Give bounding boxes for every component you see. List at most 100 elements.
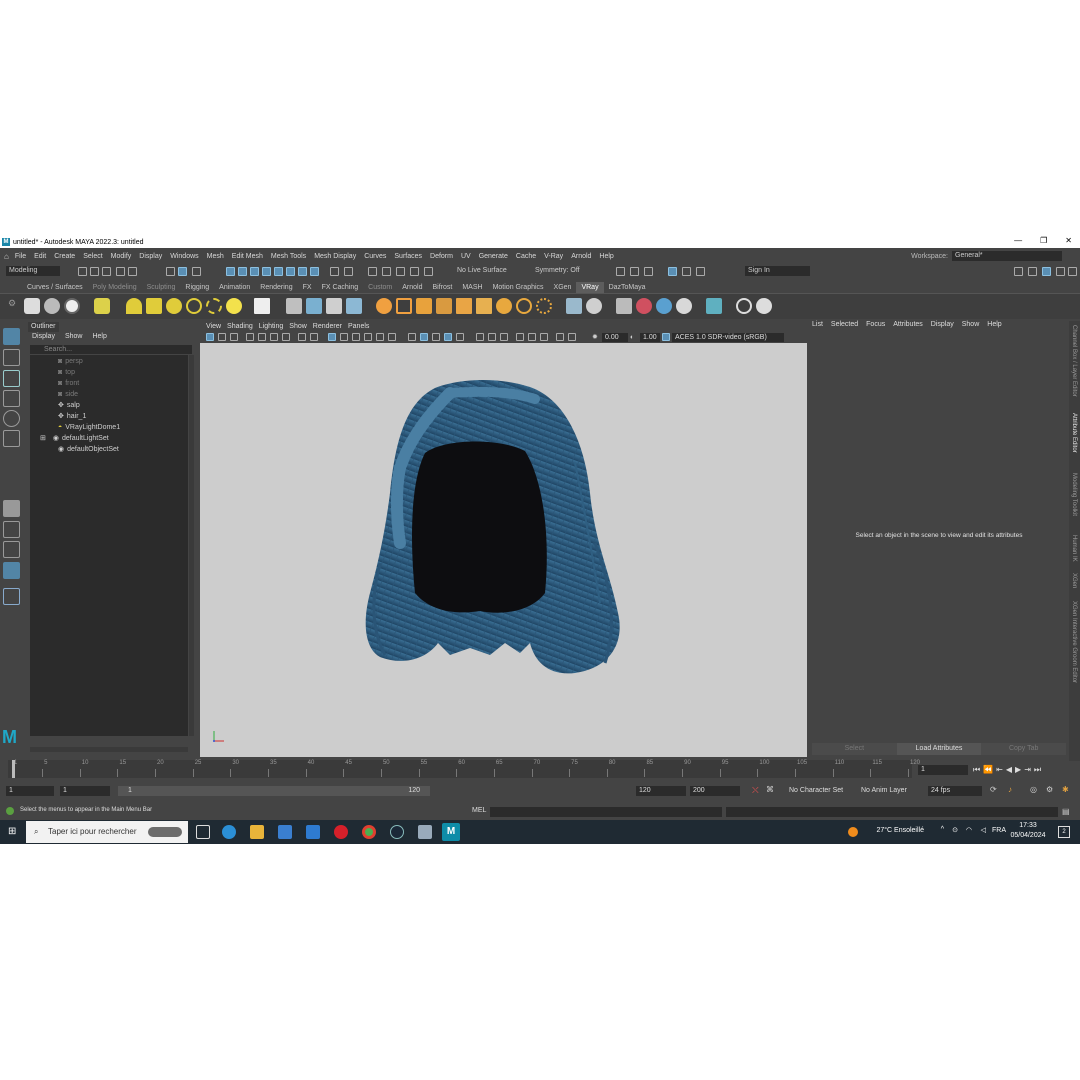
character-set-dropdown[interactable]: No Character Set — [786, 786, 848, 796]
vray-ipr-icon[interactable] — [44, 298, 60, 314]
xray-active-icon[interactable] — [500, 333, 508, 341]
anim-start-field[interactable]: 1 — [60, 786, 110, 796]
layout-icon-4[interactable] — [1056, 267, 1065, 276]
volume-icon[interactable]: ◁ — [981, 826, 986, 834]
tray-chevron-icon[interactable]: ^ — [941, 826, 944, 833]
task-view-icon[interactable] — [196, 825, 210, 839]
ao-icon[interactable] — [420, 333, 428, 341]
side-tab-modeling-toolkit[interactable]: Modeling Toolkit — [1071, 473, 1077, 516]
gate-mask-icon[interactable] — [298, 333, 306, 341]
command-language-button[interactable]: MEL — [472, 807, 486, 814]
mail-icon[interactable] — [306, 825, 320, 839]
gamma-field[interactable]: 1.00 — [640, 333, 660, 342]
shelf-tab-xgen[interactable]: XGen — [549, 282, 577, 293]
motion-blur-icon[interactable] — [432, 333, 440, 341]
vray-mesh-light-icon[interactable] — [186, 298, 202, 314]
lasso-tool-icon[interactable] — [3, 349, 20, 366]
menuset-dropdown[interactable]: Modeling — [6, 266, 60, 276]
outliner-menu-help[interactable]: Help — [92, 333, 106, 340]
ae-menu-list[interactable]: List — [812, 321, 823, 331]
field-chart-icon[interactable] — [310, 333, 318, 341]
render-icon[interactable] — [368, 267, 377, 276]
current-frame-field[interactable]: 1 — [918, 765, 968, 775]
play-backward-icon[interactable]: ◀ — [1006, 765, 1015, 774]
toggle-panel-icon-3[interactable] — [644, 267, 653, 276]
viewport-menu-show[interactable]: Show — [289, 323, 307, 330]
vray-texture-icon[interactable] — [616, 298, 632, 314]
move-tool-icon[interactable] — [3, 390, 20, 407]
shelf-tab-arnold[interactable]: Arnold — [397, 282, 427, 293]
script-editor-icon[interactable]: ▤ — [1062, 807, 1070, 816]
command-line-input[interactable] — [490, 807, 722, 817]
menu-windows[interactable]: Windows — [170, 253, 198, 260]
snap-point-icon[interactable] — [250, 267, 259, 276]
shelf-tab-poly-modeling[interactable]: Poly Modeling — [88, 282, 142, 293]
vray-palette-icon[interactable] — [676, 298, 692, 314]
layout-icon-3[interactable] — [1042, 267, 1051, 276]
vray-ies-light-icon[interactable] — [206, 298, 222, 314]
range-slider[interactable]: 1 120 — [118, 786, 430, 796]
ae-select-button[interactable]: Select — [812, 743, 897, 755]
vray-mtl-icon[interactable] — [376, 298, 392, 314]
default-material-icon[interactable] — [352, 333, 360, 341]
shelf-tab-rigging[interactable]: Rigging — [180, 282, 214, 293]
weather-text[interactable]: 27°C Ensoleillé — [876, 827, 924, 834]
search-tool-icon[interactable] — [3, 588, 20, 605]
fps-dropdown[interactable]: 24 fps — [928, 786, 982, 796]
antialias-icon[interactable] — [444, 333, 452, 341]
outliner-menu-display[interactable]: Display — [32, 333, 55, 340]
menu-deform[interactable]: Deform — [430, 253, 453, 260]
outliner-layout-icon[interactable] — [3, 562, 20, 579]
vray-sphere-light-icon[interactable] — [166, 298, 182, 314]
outliner-item-defaultlightset[interactable]: ⊞ ◉ defaultLightSet — [40, 434, 109, 444]
undo-icon[interactable] — [116, 267, 125, 276]
side-tab-xgen-groom[interactable]: XGen Interactive Groom Editor — [1071, 601, 1077, 683]
vray-proxy-icon[interactable] — [286, 298, 302, 314]
time-slider[interactable]: 1 5 10 15 20 25 30 35 40 45 50 55 60 65 70 75 80 85 90 95 10… — [8, 760, 920, 778]
shelf-tab-rendering[interactable]: Rendering — [255, 282, 297, 293]
side-tab-xgen[interactable]: XGen — [1071, 573, 1077, 588]
menu-cache[interactable]: Cache — [516, 253, 536, 260]
pause-icon[interactable] — [696, 267, 705, 276]
anim-settings-icon[interactable]: ✱ — [1062, 785, 1069, 794]
snap-curve-icon[interactable] — [238, 267, 247, 276]
menu-mesh-tools[interactable]: Mesh Tools — [271, 253, 306, 260]
resolution-gate-icon[interactable] — [282, 333, 290, 341]
shelf-tab-custom[interactable]: Custom — [363, 282, 397, 293]
vray-render-icon[interactable] — [24, 298, 40, 314]
ae-load-attributes-button[interactable]: Load Attributes — [896, 743, 982, 755]
xray-icon[interactable] — [364, 333, 372, 341]
tray-app-icon[interactable]: ⊙ — [952, 826, 958, 834]
vray-sun-icon[interactable] — [226, 298, 242, 314]
vray-color-icon[interactable] — [636, 298, 652, 314]
ae-menu-attributes[interactable]: Attributes — [893, 321, 923, 331]
shelf-tab-fx-caching[interactable]: FX Caching — [317, 282, 364, 293]
vray-plane-icon[interactable] — [254, 298, 270, 314]
dof-icon[interactable] — [456, 333, 464, 341]
outliner-search-input[interactable]: Search... — [30, 345, 192, 354]
ae-menu-show[interactable]: Show — [962, 321, 980, 331]
vray-scene-icon[interactable] — [326, 298, 342, 314]
shelf-tab-curves-surfaces[interactable]: Curves / Surfaces — [22, 282, 88, 293]
outliner-vertical-scrollbar[interactable] — [189, 355, 194, 736]
key-preferences-icon[interactable]: ⌘ — [766, 785, 774, 794]
vray-fur-icon[interactable] — [306, 298, 322, 314]
step-forward-frame-icon[interactable]: ⇥ — [1024, 765, 1034, 774]
play-forward-icon[interactable]: ▶ — [1015, 765, 1024, 774]
workspace-dropdown[interactable]: General* — [952, 251, 1062, 261]
outliner-item-top[interactable]: ◙ top — [58, 368, 75, 378]
smooth-shade-icon[interactable] — [340, 333, 348, 341]
menu-surfaces[interactable]: Surfaces — [394, 253, 422, 260]
side-tab-attribute-editor[interactable]: Attribute Editor — [1071, 413, 1077, 453]
lock-icon[interactable] — [330, 267, 339, 276]
menu-file[interactable]: File — [15, 253, 26, 260]
history-icon[interactable] — [344, 267, 353, 276]
ae-menu-selected[interactable]: Selected — [831, 321, 858, 331]
end-time-field[interactable]: 120 — [636, 786, 686, 796]
vray-material-icon[interactable] — [94, 298, 110, 314]
vray-multi-icon[interactable] — [656, 298, 672, 314]
render-settings-icon[interactable] — [396, 267, 405, 276]
outliner-menu-show[interactable]: Show — [65, 333, 83, 340]
layout-icon[interactable] — [1014, 267, 1023, 276]
colorspace-dropdown[interactable]: ACES 1.0 SDR-video (sRGB) — [672, 333, 784, 342]
